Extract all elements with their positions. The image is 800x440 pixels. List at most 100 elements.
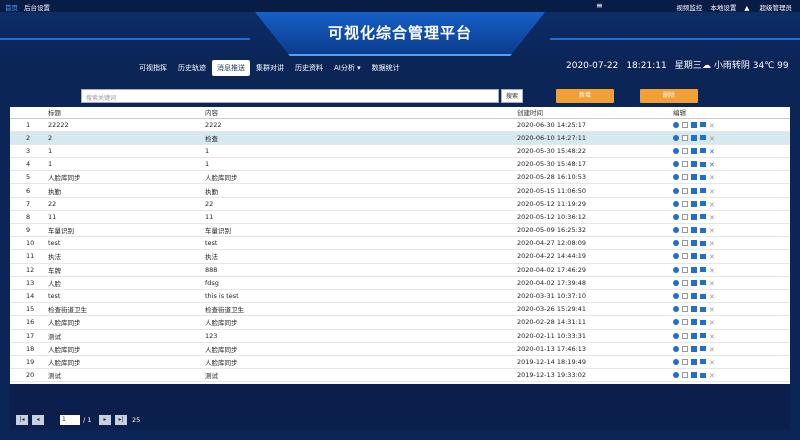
nav-item[interactable]: 数据统计: [367, 60, 405, 76]
table-row[interactable]: 1 22222 2222 2020-06-30 14:25:17 ✕: [10, 118, 790, 132]
table-row[interactable]: 16 人脸库同步 人脸库同步 2020-02-28 14:31:11 ✕: [10, 315, 790, 330]
edit-icon[interactable]: [682, 200, 688, 207]
first-page-icon[interactable]: |◂: [16, 415, 28, 425]
edit-icon[interactable]: [682, 213, 688, 220]
info-icon[interactable]: [673, 372, 679, 379]
list-icon[interactable]: [700, 135, 706, 141]
table-row[interactable]: 12 车牌 888 2020-04-02 17:46:29 ✕: [10, 263, 790, 277]
list-icon[interactable]: [700, 174, 706, 180]
list-icon[interactable]: [700, 319, 706, 325]
table-row[interactable]: 5 人脸库同步 人脸库同步 2020-05-28 16:10:53 ✕: [10, 170, 790, 185]
edit-icon[interactable]: [682, 174, 688, 181]
info-icon[interactable]: [673, 227, 679, 234]
delete-icon[interactable]: ✕: [709, 280, 715, 288]
mail-icon[interactable]: [691, 293, 697, 300]
info-icon[interactable]: [673, 161, 679, 168]
mail-icon[interactable]: [691, 121, 697, 128]
info-icon[interactable]: [673, 147, 679, 154]
mail-icon[interactable]: [691, 253, 697, 260]
nav-item-active[interactable]: 消息推送: [212, 60, 250, 76]
settings-link[interactable]: 后台设置: [24, 4, 50, 12]
nav-item[interactable]: 可视指挥: [134, 60, 172, 76]
list-icon[interactable]: [700, 240, 706, 246]
mail-icon[interactable]: [691, 200, 697, 207]
mail-icon[interactable]: [691, 266, 697, 273]
next-page-icon[interactable]: ▸: [99, 415, 111, 425]
info-icon[interactable]: [673, 200, 679, 207]
delete-icon[interactable]: ✕: [709, 174, 715, 182]
mail-icon[interactable]: [691, 213, 697, 220]
list-icon[interactable]: [700, 306, 706, 312]
video-link[interactable]: 视频监控: [676, 4, 702, 12]
search-button[interactable]: 搜索: [501, 89, 523, 103]
delete-icon[interactable]: ✕: [709, 188, 715, 196]
edit-icon[interactable]: [682, 332, 688, 339]
table-row[interactable]: 20 测试 测试 2019-12-13 19:33:02 ✕: [10, 368, 790, 383]
list-icon[interactable]: [700, 161, 706, 167]
nav-item[interactable]: 历史轨迹: [173, 60, 211, 76]
table-row[interactable]: 9 车量识别 车量识别 2020-05-09 16:25:32 ✕: [10, 223, 790, 238]
mail-icon[interactable]: [691, 319, 697, 326]
edit-icon[interactable]: [682, 161, 688, 168]
edit-icon[interactable]: [682, 266, 688, 273]
page-input[interactable]: 1: [60, 415, 80, 425]
mail-icon[interactable]: [691, 358, 697, 365]
mail-icon[interactable]: [691, 134, 697, 141]
prev-page-icon[interactable]: ◂: [32, 415, 44, 425]
delete-icon[interactable]: ✕: [709, 306, 715, 314]
table-row[interactable]: 8 11 11 2020-05-12 10:36:12 ✕: [10, 210, 790, 225]
table-row[interactable]: 15 检查街道卫生 检查街道卫生 2020-03-26 15:29:41 ✕: [10, 302, 790, 317]
list-icon[interactable]: [700, 293, 706, 299]
info-icon[interactable]: [673, 293, 679, 300]
table-row[interactable]: 14 test this is test 2020-03-31 10:37:10 ✕: [10, 289, 790, 304]
last-page-icon[interactable]: ▸|: [115, 415, 127, 425]
edit-icon[interactable]: [682, 372, 688, 379]
edit-icon[interactable]: [682, 240, 688, 247]
mail-icon[interactable]: [691, 279, 697, 286]
mail-icon[interactable]: [691, 161, 697, 168]
list-icon[interactable]: [700, 267, 706, 273]
edit-icon[interactable]: [682, 345, 688, 352]
delete-icon[interactable]: ✕: [709, 161, 715, 169]
info-icon[interactable]: [673, 279, 679, 286]
list-icon[interactable]: [700, 333, 706, 339]
list-icon[interactable]: [700, 372, 706, 378]
menu-icon[interactable]: ≡: [596, 1, 603, 10]
delete-icon[interactable]: ✕: [709, 267, 715, 275]
mail-icon[interactable]: [691, 332, 697, 339]
table-row[interactable]: 17 测试 123 2020-02-11 10:33:31 ✕: [10, 329, 790, 343]
delete-icon[interactable]: ✕: [709, 240, 715, 248]
mail-icon[interactable]: [691, 306, 697, 313]
edit-icon[interactable]: [682, 187, 688, 194]
table-row[interactable]: 10 test test 2020-04-27 12:08:09 ✕: [10, 236, 790, 251]
list-icon[interactable]: [700, 148, 706, 154]
list-icon[interactable]: [700, 346, 706, 352]
info-icon[interactable]: [673, 134, 679, 141]
table-row[interactable]: 11 执法 执法 2020-04-22 14:44:19 ✕: [10, 249, 790, 264]
table-row[interactable]: 3 1 1 2020-05-30 15:48:22 ✕: [10, 144, 790, 159]
list-icon[interactable]: [700, 214, 706, 220]
home-link[interactable]: 首页: [5, 4, 18, 12]
info-icon[interactable]: [673, 306, 679, 313]
mail-icon[interactable]: [691, 174, 697, 181]
mail-icon[interactable]: [691, 345, 697, 352]
nav-item[interactable]: 历史资料: [290, 60, 328, 76]
info-icon[interactable]: [673, 332, 679, 339]
mail-icon[interactable]: [691, 227, 697, 234]
delete-icon[interactable]: ✕: [709, 253, 715, 261]
table-row[interactable]: 7 22 22 2020-05-12 11:19:29 ✕: [10, 197, 790, 211]
edit-icon[interactable]: [682, 121, 688, 128]
user-menu[interactable]: ▲ 超级管理员: [744, 4, 792, 12]
list-icon[interactable]: [700, 188, 706, 194]
edit-icon[interactable]: [682, 358, 688, 365]
add-button[interactable]: 新增: [556, 89, 614, 103]
mail-icon[interactable]: [691, 187, 697, 194]
table-row[interactable]: 18 人脸库同步 人脸库同步 2020-01-13 17:46:13 ✕: [10, 342, 790, 356]
list-icon[interactable]: [700, 122, 706, 128]
list-icon[interactable]: [700, 227, 706, 233]
list-icon[interactable]: [700, 359, 706, 365]
edit-icon[interactable]: [682, 227, 688, 234]
info-icon[interactable]: [673, 345, 679, 352]
info-icon[interactable]: [673, 121, 679, 128]
mail-icon[interactable]: [691, 147, 697, 154]
